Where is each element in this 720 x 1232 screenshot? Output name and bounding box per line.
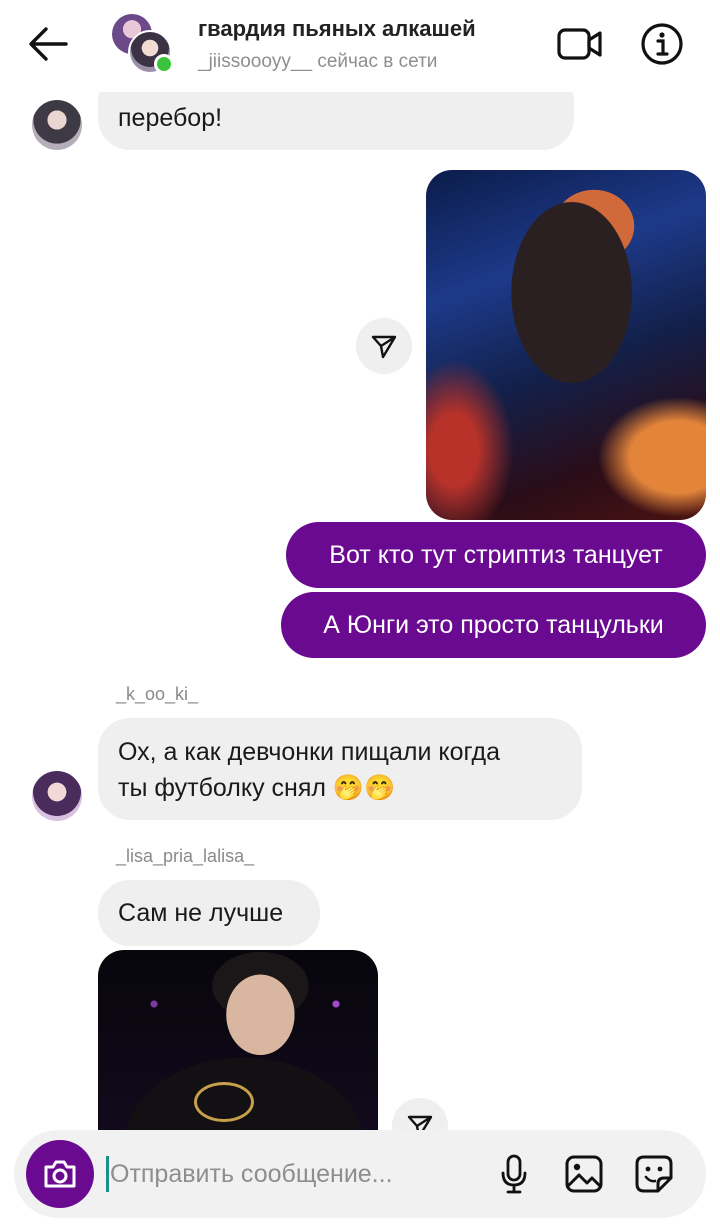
camera-icon bbox=[44, 1160, 76, 1188]
arrow-left-icon bbox=[29, 27, 68, 61]
chat-status: _jiissoooyy__ сейчас в сети bbox=[198, 51, 438, 72]
send-icon bbox=[371, 335, 397, 359]
shared-photo[interactable] bbox=[426, 170, 706, 520]
shared-photo[interactable] bbox=[98, 950, 378, 1130]
sender-avatar[interactable] bbox=[32, 771, 82, 821]
sticker-button[interactable] bbox=[630, 1150, 678, 1198]
chat-title[interactable]: гвардия пьяных алкашей bbox=[198, 16, 476, 42]
chat-header: гвардия пьяных алкашей _jiissoooyy__ сей… bbox=[0, 0, 720, 92]
text-caret bbox=[106, 1156, 109, 1192]
gallery-button[interactable] bbox=[560, 1150, 608, 1198]
video-call-button[interactable] bbox=[556, 22, 604, 66]
message-text-line: Ох, а как девчонки пищали когда bbox=[118, 738, 500, 766]
camera-button[interactable] bbox=[26, 1140, 94, 1208]
message-text: А Юнги это просто танцульки bbox=[323, 611, 664, 639]
message-text-line: ты футболку снял 🤭🤭 bbox=[118, 774, 396, 802]
sender-name: _k_oo_ki_ bbox=[116, 684, 199, 704]
outgoing-message[interactable]: А Юнги это просто танцульки bbox=[281, 592, 706, 658]
video-camera-icon bbox=[557, 28, 602, 60]
message-text: Вот кто тут стриптиз танцует bbox=[329, 541, 663, 569]
info-button[interactable] bbox=[638, 20, 686, 68]
image-icon bbox=[565, 1155, 603, 1193]
message-text: Сам не лучше bbox=[118, 899, 284, 927]
microphone-icon bbox=[501, 1154, 527, 1194]
share-button[interactable] bbox=[356, 318, 412, 374]
outgoing-message[interactable]: Вот кто тут стриптиз танцует bbox=[286, 522, 706, 588]
sender-avatar[interactable] bbox=[32, 100, 82, 150]
message-text: перебор! bbox=[118, 104, 223, 132]
incoming-message[interactable]: Ох, а как девчонки пищали когда ты футбо… bbox=[98, 718, 582, 820]
voice-message-button[interactable] bbox=[490, 1150, 538, 1198]
group-avatar[interactable] bbox=[112, 14, 174, 76]
message-input[interactable] bbox=[110, 1152, 470, 1196]
sender-name: _lisa_pria_lalisa_ bbox=[116, 846, 255, 866]
online-indicator bbox=[154, 54, 174, 74]
message-composer bbox=[14, 1130, 706, 1218]
sticker-icon bbox=[635, 1155, 673, 1193]
info-icon bbox=[641, 23, 683, 65]
incoming-message[interactable]: Сам не лучше bbox=[98, 880, 320, 946]
back-button[interactable] bbox=[24, 22, 72, 66]
shirt-emblem bbox=[194, 1082, 254, 1122]
